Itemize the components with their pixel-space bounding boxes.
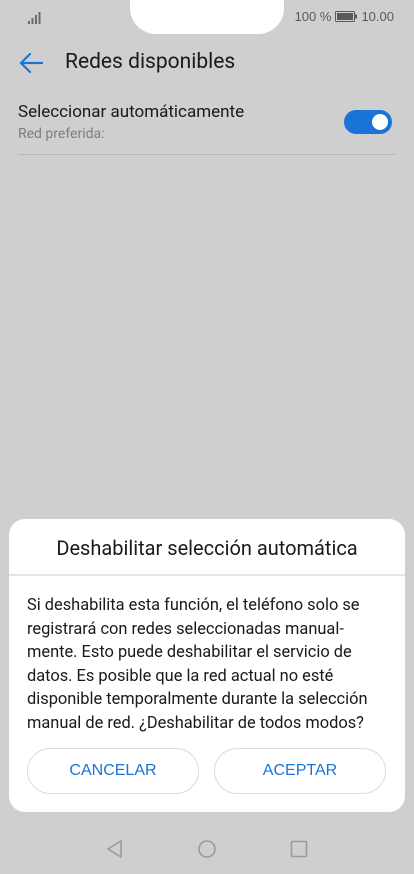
disable-auto-select-dialog: Deshabilitar selección automática Si des… [9,519,405,812]
clock: 10.00 [361,9,394,24]
signal-icon [28,12,41,24]
cancel-button[interactable]: CANCELAR [27,748,199,794]
phone-screen: 100 % 10.00 Redes disponibles Selecciona… [0,0,414,874]
battery-icon [335,11,358,22]
page-title: Redes disponibles [65,50,236,74]
preferred-network-label: Red preferida: [18,126,105,142]
dialog-title: Deshabilitar selección automática [56,536,358,560]
status-indicators: 100 % 10.00 [295,9,394,24]
triangle-back-icon[interactable] [104,838,126,860]
square-recents-icon[interactable] [288,838,310,860]
back-arrow-icon[interactable] [18,50,44,76]
accept-button[interactable]: ACEPTAR [214,748,386,794]
toggle-knob [372,114,388,130]
auto-select-setting-row[interactable]: Seleccionar automáticamente Red preferid… [18,98,396,155]
status-bar: 100 % 10.00 [0,0,414,36]
circle-home-icon[interactable] [196,838,218,860]
app-bar: Redes disponibles [0,36,414,92]
system-nav-bar [0,826,414,874]
camera-notch [130,0,284,34]
battery-percent: 100 % [294,9,332,24]
auto-select-label: Seleccionar automáticamente [18,102,245,122]
dialog-message: Si deshabilita esta función, el teléfono… [27,596,368,733]
auto-select-toggle[interactable] [344,110,392,134]
dialog-divider [9,574,405,576]
